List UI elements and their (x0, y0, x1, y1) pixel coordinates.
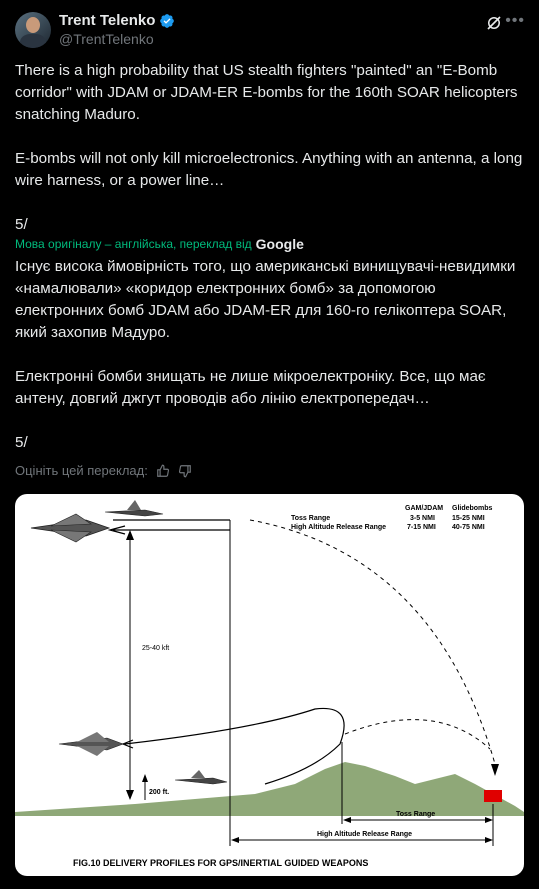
delivery-profiles-diagram: GAM/JDAM Glidebombs Toss Range 3-5 NMI 1… (15, 500, 524, 868)
high-alt-range-label: High Altitude Release Range (317, 831, 412, 838)
target-marker (484, 790, 502, 802)
tweet-paragraph: There is a high probability that US stea… (15, 62, 518, 123)
tweet-paragraph: E-bombs will not only kill microelectron… (15, 150, 523, 189)
thumbs-down-icon[interactable] (178, 464, 192, 478)
altitude-label: 25-40 kft (142, 645, 169, 652)
display-name[interactable]: Trent Telenko (59, 12, 155, 29)
translation-note[interactable]: Мова оригіналу – англійська, переклад ві… (15, 236, 304, 252)
avatar[interactable] (15, 12, 51, 48)
high-altitude-aircraft (30, 513, 111, 543)
translated-paragraph: 5/ (15, 434, 28, 451)
top-fighter-aircraft (104, 500, 164, 517)
toss-range-label: Toss Range (396, 811, 435, 818)
handle[interactable]: @TrentTelenko (59, 31, 154, 47)
google-logo: Google (255, 236, 304, 252)
col-header-jdam: GAM/JDAM (405, 505, 443, 512)
name-row: Trent Telenko (59, 12, 175, 29)
mid-altitude-aircraft (58, 732, 124, 756)
row1-jdam-value: 3-5 NMI (410, 515, 435, 522)
translated-paragraph: Електронні бомби знищать не лише мікроел… (15, 368, 486, 407)
low-altitude-aircraft (174, 770, 228, 785)
thumbs-up-icon[interactable] (156, 464, 170, 478)
more-options-icon[interactable]: ••• (505, 12, 525, 30)
rate-translation-label: Оцініть цей переклад: (15, 463, 148, 478)
ground-terrain (15, 762, 524, 816)
low-altitude-label: 200 ft. (149, 789, 169, 796)
row2-jdam-value: 7-15 NMI (407, 524, 436, 531)
col-header-glidebombs: Glidebombs (452, 505, 493, 512)
tweet-paragraph: 5/ (15, 216, 28, 233)
tweet-image[interactable]: GAM/JDAM Glidebombs Toss Range 3-5 NMI 1… (15, 494, 524, 876)
figure-caption: FIG.10 DELIVERY PROFILES FOR GPS/INERTIA… (73, 858, 368, 868)
translated-paragraph: Існує висока ймовірність того, що америк… (15, 258, 516, 341)
tweet-header: Trent Telenko @TrentTelenko ••• (15, 10, 525, 50)
row-label-toss: Toss Range (291, 515, 330, 522)
translated-text: Існує висока ймовірність того, що америк… (15, 256, 525, 454)
tweet-text: There is a high probability that US stea… (15, 60, 525, 236)
verified-badge-icon (160, 13, 175, 28)
grok-icon[interactable] (485, 14, 503, 32)
row-label-high-alt: High Altitude Release Range (291, 524, 386, 531)
translation-note-text: Мова оригіналу – англійська, переклад ві… (15, 237, 252, 251)
rate-translation: Оцініть цей переклад: (15, 463, 192, 478)
row1-glide-value: 15-25 NMI (452, 515, 485, 522)
row2-glide-value: 40-75 NMI (452, 524, 485, 531)
